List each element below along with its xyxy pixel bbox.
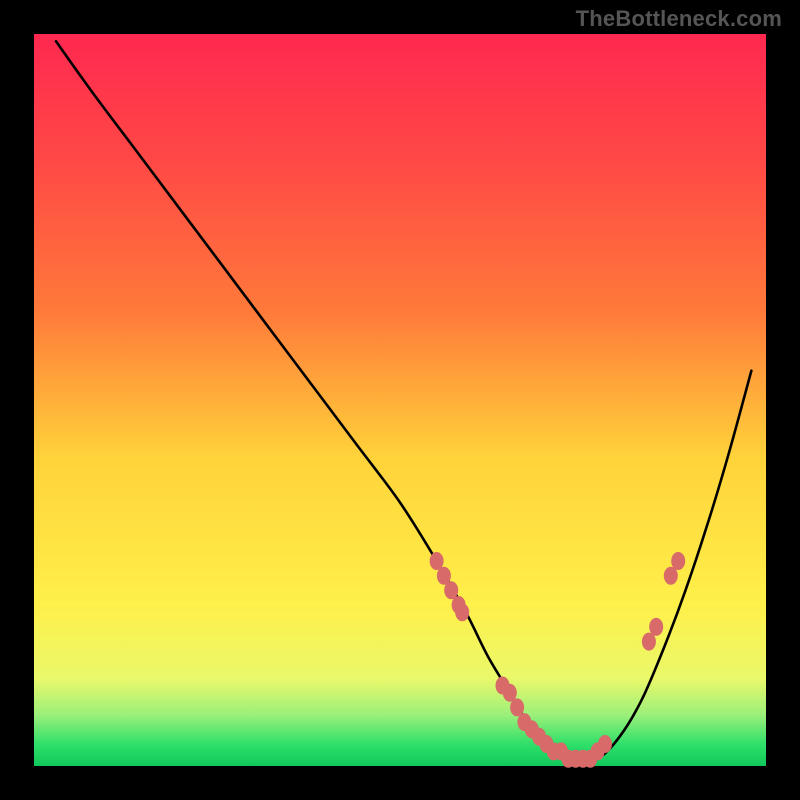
plot-area (34, 34, 766, 766)
sample-point (671, 552, 685, 570)
sample-point (455, 603, 469, 621)
chart-stage: TheBottleneck.com (0, 0, 800, 800)
sample-point (598, 735, 612, 753)
bottleneck-chart (0, 0, 800, 800)
sample-point (649, 618, 663, 636)
